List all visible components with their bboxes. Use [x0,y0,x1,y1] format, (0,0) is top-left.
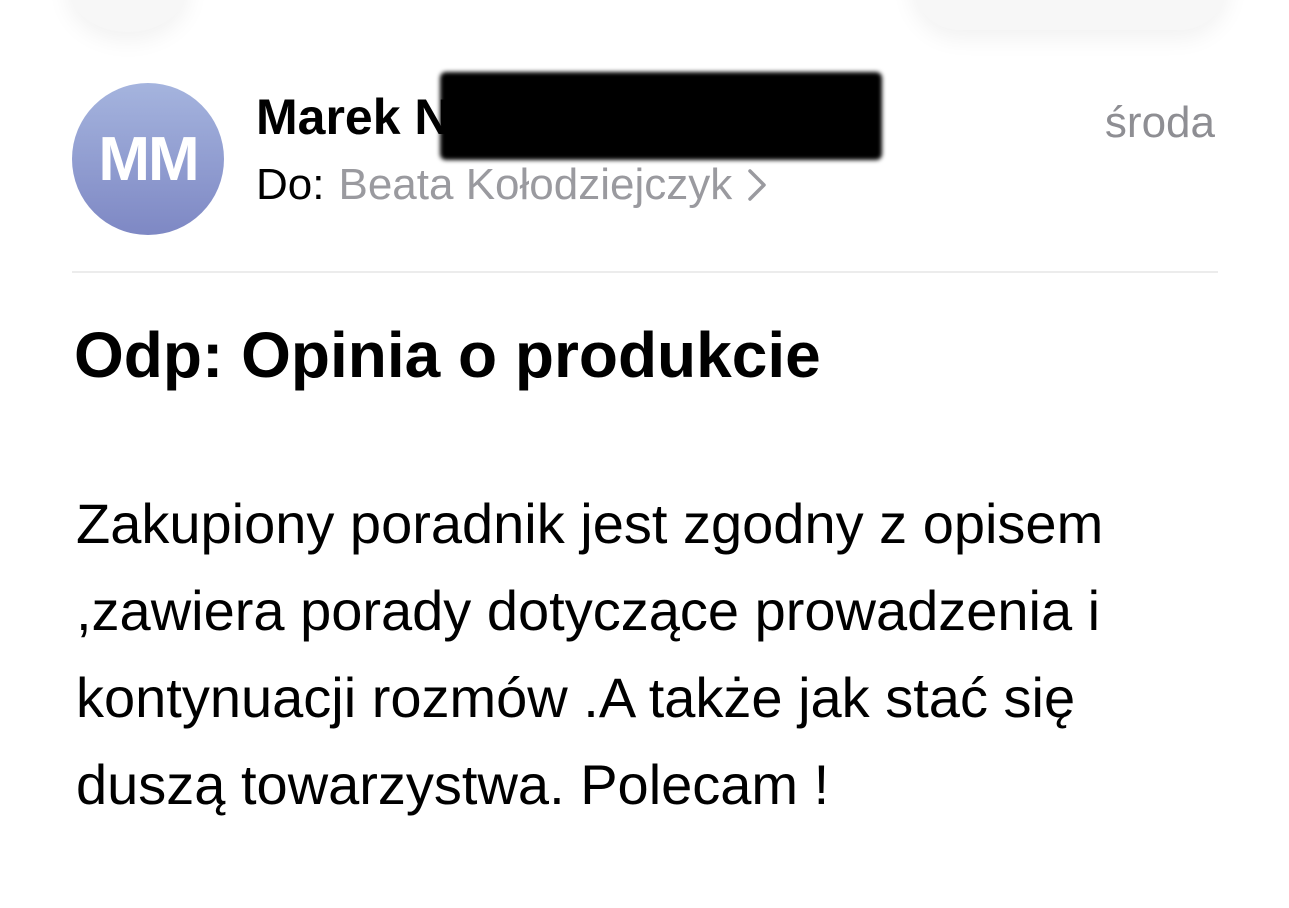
mail-message-view: MM Marek N środa Do: Beata Kołodziejczyk… [0,0,1289,908]
body-line: Zakupiony poradnik jest zgodny z opisem [76,492,1104,555]
recipient-name[interactable]: Beata Kołodziejczyk [338,160,732,210]
recipient-line[interactable]: Do: Beata Kołodziejczyk [256,160,768,210]
back-button[interactable] [68,0,188,32]
body-line: duszą towarzystwa. Polecam ! [76,753,830,816]
body-line: kontynuacji rozmów .A także jak stać się [76,666,1076,729]
header-divider [72,271,1218,273]
message-date: środa [1104,98,1215,147]
to-label: Do: [256,160,325,209]
message-body: Zakupiony poradnik jest zgodny z opisem … [76,480,1256,828]
avatar[interactable]: MM [72,83,224,235]
chevron-right-icon[interactable] [746,167,768,203]
sender-name[interactable]: Marek N [256,88,451,146]
message-subject: Odp: Opinia o produkcie [74,319,821,391]
avatar-initials: MM [98,124,199,194]
body-line: ,zawiera porady dotyczące prowadzenia i [76,579,1101,642]
redaction-block [440,72,882,160]
toolbar-actions[interactable] [912,0,1228,30]
